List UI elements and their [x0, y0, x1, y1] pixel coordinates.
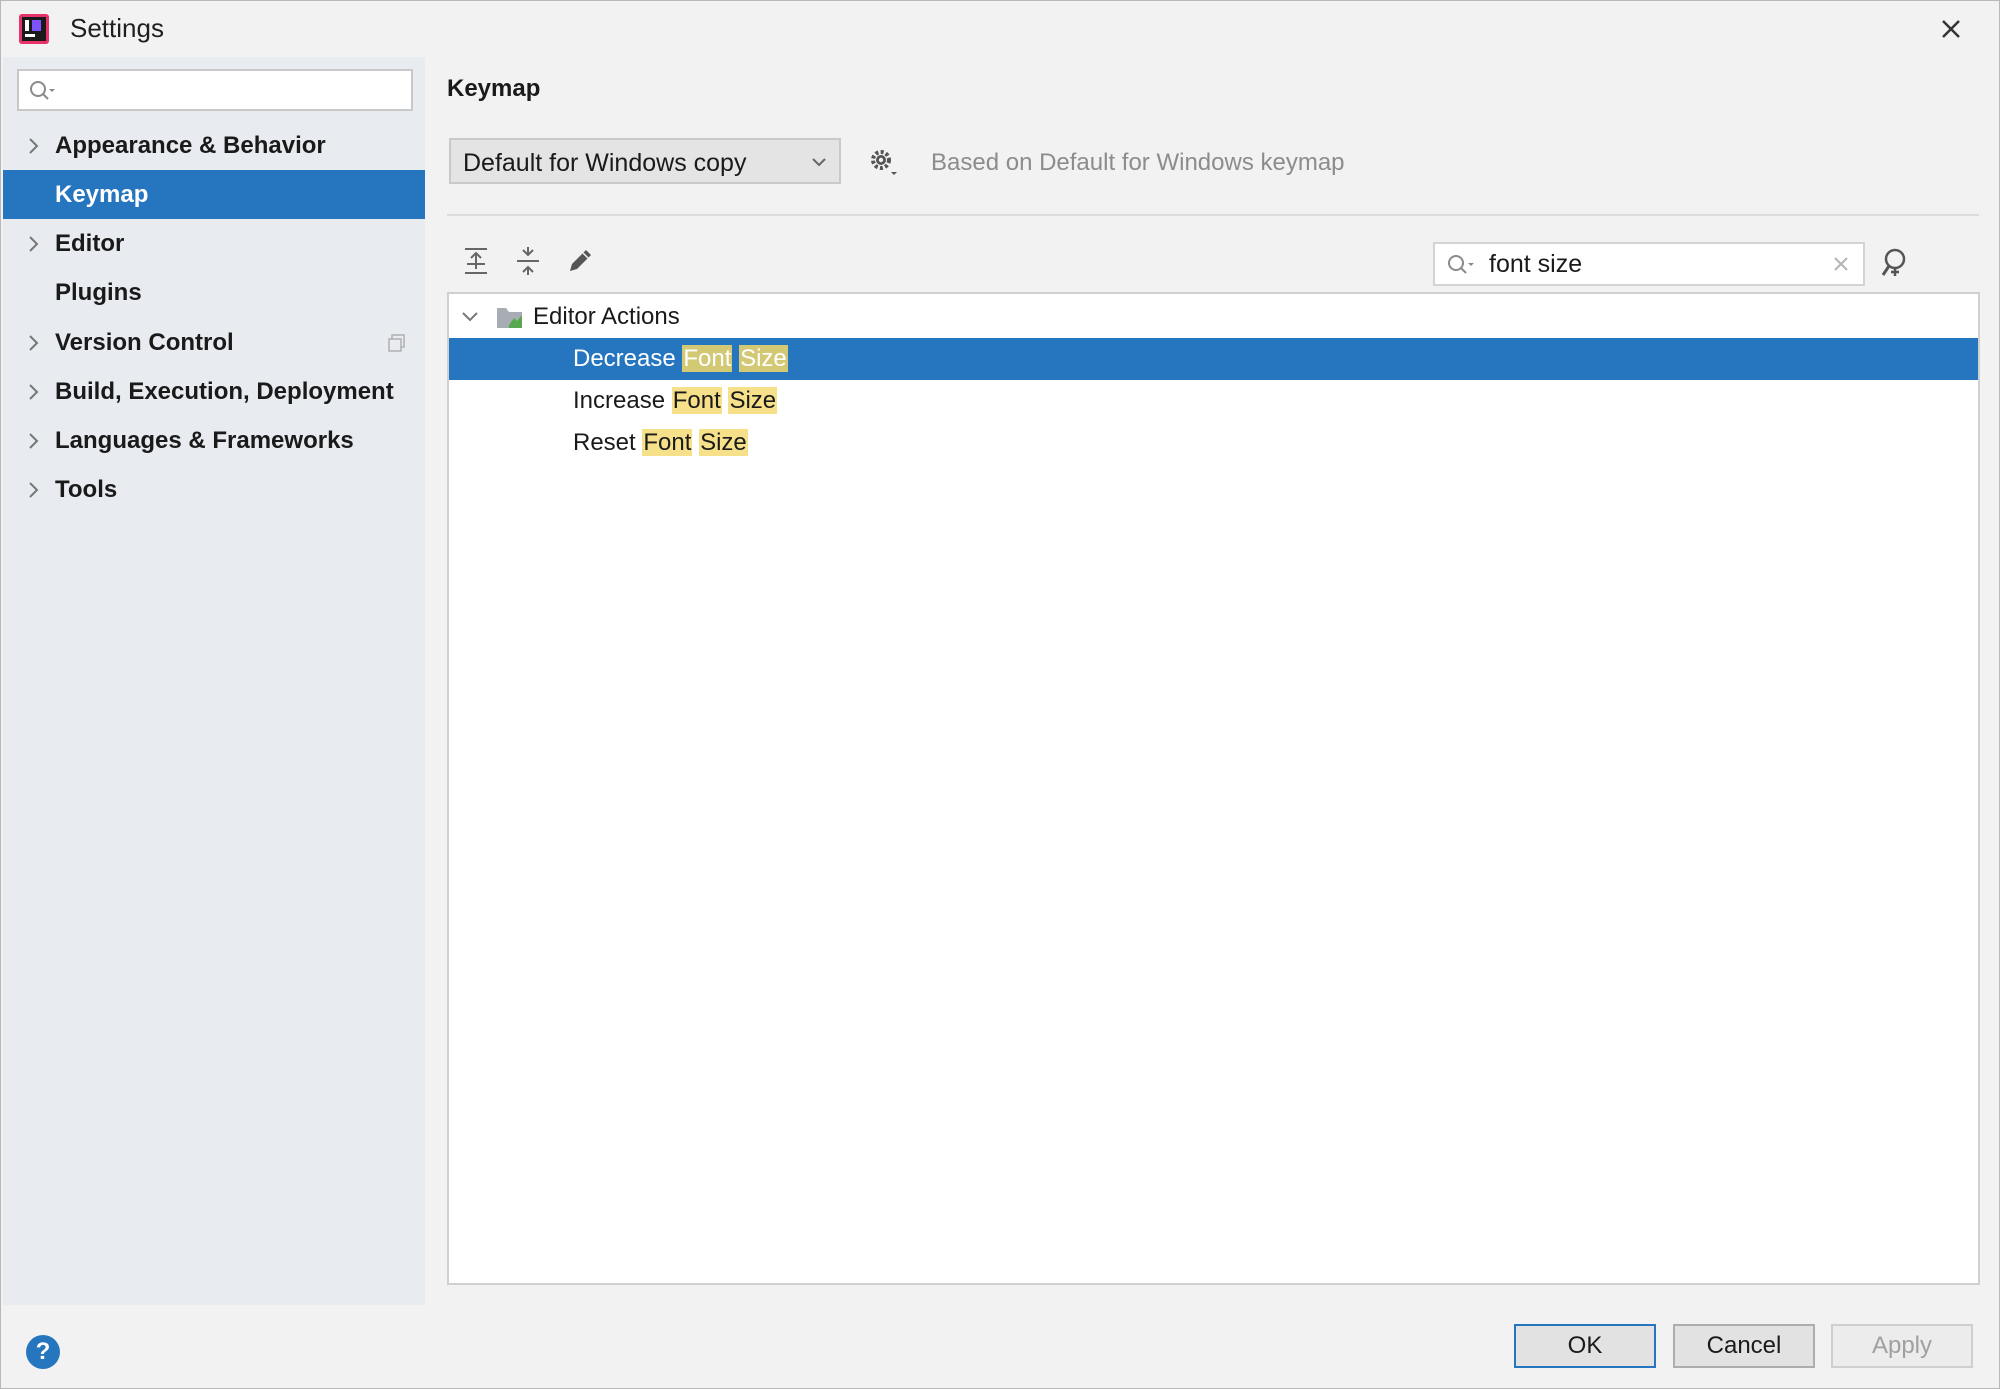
collapse-all-icon[interactable]: [511, 244, 545, 278]
chevron-right-icon: [29, 482, 39, 498]
tree-group-row[interactable]: Editor Actions: [449, 296, 1978, 338]
tree-action-row[interactable]: Increase Font Size: [449, 380, 1978, 422]
sidebar-item-label: Version Control: [55, 329, 234, 356]
cancel-button[interactable]: Cancel: [1673, 1324, 1815, 1368]
chevron-right-icon: [29, 236, 39, 252]
action-prefix: Reset: [573, 429, 636, 456]
tree-action-row[interactable]: Reset Font Size: [449, 422, 1978, 464]
chevron-down-icon: [812, 158, 826, 167]
sidebar-item-tools[interactable]: Tools: [3, 465, 425, 514]
page-title: Keymap: [447, 75, 541, 102]
close-icon[interactable]: [1933, 11, 1969, 47]
sidebar-item-plugins[interactable]: Plugins: [3, 268, 425, 317]
search-icon: [1448, 255, 1474, 274]
title-bar: Settings: [1, 1, 1999, 57]
expand-all-icon[interactable]: [459, 244, 493, 278]
clear-icon[interactable]: [1831, 254, 1851, 274]
intellij-app-icon: [19, 14, 49, 44]
sidebar-item-label: Editor: [55, 230, 125, 257]
sidebar-item-build-execution-deployment[interactable]: Build, Execution, Deployment: [3, 367, 425, 416]
search-highlight: Size: [739, 345, 788, 372]
search-highlight: Font: [682, 345, 733, 372]
action-label: Decrease Font Size: [573, 345, 788, 373]
sidebar-item-label: Tools: [55, 476, 118, 503]
search-icon: [30, 81, 55, 100]
sidebar-item-languages-frameworks[interactable]: Languages & Frameworks: [3, 416, 425, 465]
project-settings-icon: [388, 334, 405, 352]
keymap-search-value: font size: [1489, 250, 1583, 278]
keymap-dropdown-value: Default for Windows copy: [463, 149, 747, 177]
sidebar-item-version-control[interactable]: Version Control: [3, 318, 425, 367]
sidebar-item-label: Languages & Frameworks: [55, 427, 354, 454]
tree-action-row[interactable]: Decrease Font Size: [449, 338, 1978, 380]
action-prefix: Decrease: [573, 345, 676, 372]
settings-search-input[interactable]: [17, 69, 413, 111]
sidebar-item-appearance-behavior[interactable]: Appearance & Behavior: [3, 121, 425, 170]
chevron-right-icon: [29, 138, 39, 154]
chevron-right-icon: [29, 384, 39, 400]
tree-group-label: Editor Actions: [533, 303, 680, 330]
keymap-search-input[interactable]: font size: [1433, 242, 1865, 286]
help-button[interactable]: ?: [26, 1335, 60, 1369]
sidebar-item-label: Appearance & Behavior: [55, 132, 326, 159]
action-label: Increase Font Size: [573, 387, 778, 415]
gear-icon[interactable]: [867, 146, 901, 180]
action-prefix: Increase: [573, 387, 666, 414]
sidebar-item-label: Keymap: [55, 181, 149, 208]
search-highlight: Font: [671, 387, 722, 414]
divider: [447, 214, 1979, 216]
action-label: Reset Font Size: [573, 429, 748, 457]
sidebar-item-label: Plugins: [55, 279, 142, 306]
sidebar-item-keymap[interactable]: Keymap: [3, 170, 425, 219]
sidebar-item-editor[interactable]: Editor: [3, 219, 425, 268]
search-highlight: Font: [642, 429, 693, 456]
chevron-right-icon: [29, 433, 39, 449]
search-highlight: Size: [728, 387, 778, 414]
chevron-down-icon[interactable]: [461, 310, 479, 324]
ok-button[interactable]: OK: [1514, 1324, 1656, 1368]
keymap-action-tree: Editor Actions Decrease Font Size Increa…: [447, 292, 1980, 1285]
folder-icon: [497, 308, 522, 328]
apply-button[interactable]: Apply: [1831, 1324, 1973, 1368]
sidebar-item-label: Build, Execution, Deployment: [55, 378, 394, 405]
find-by-shortcut-icon[interactable]: [1877, 245, 1913, 281]
edit-pencil-icon[interactable]: [563, 244, 597, 278]
settings-dialog: Settings Appearance & Behavior Keymap Ed…: [0, 0, 2000, 1389]
based-on-text: Based on Default for Windows keymap: [931, 149, 1345, 176]
window-title: Settings: [70, 13, 164, 43]
search-highlight: Size: [699, 429, 748, 456]
settings-sidebar: Appearance & Behavior Keymap Editor Plug…: [3, 57, 425, 1305]
keymap-dropdown[interactable]: Default for Windows copy: [449, 138, 841, 184]
chevron-right-icon: [29, 335, 39, 351]
